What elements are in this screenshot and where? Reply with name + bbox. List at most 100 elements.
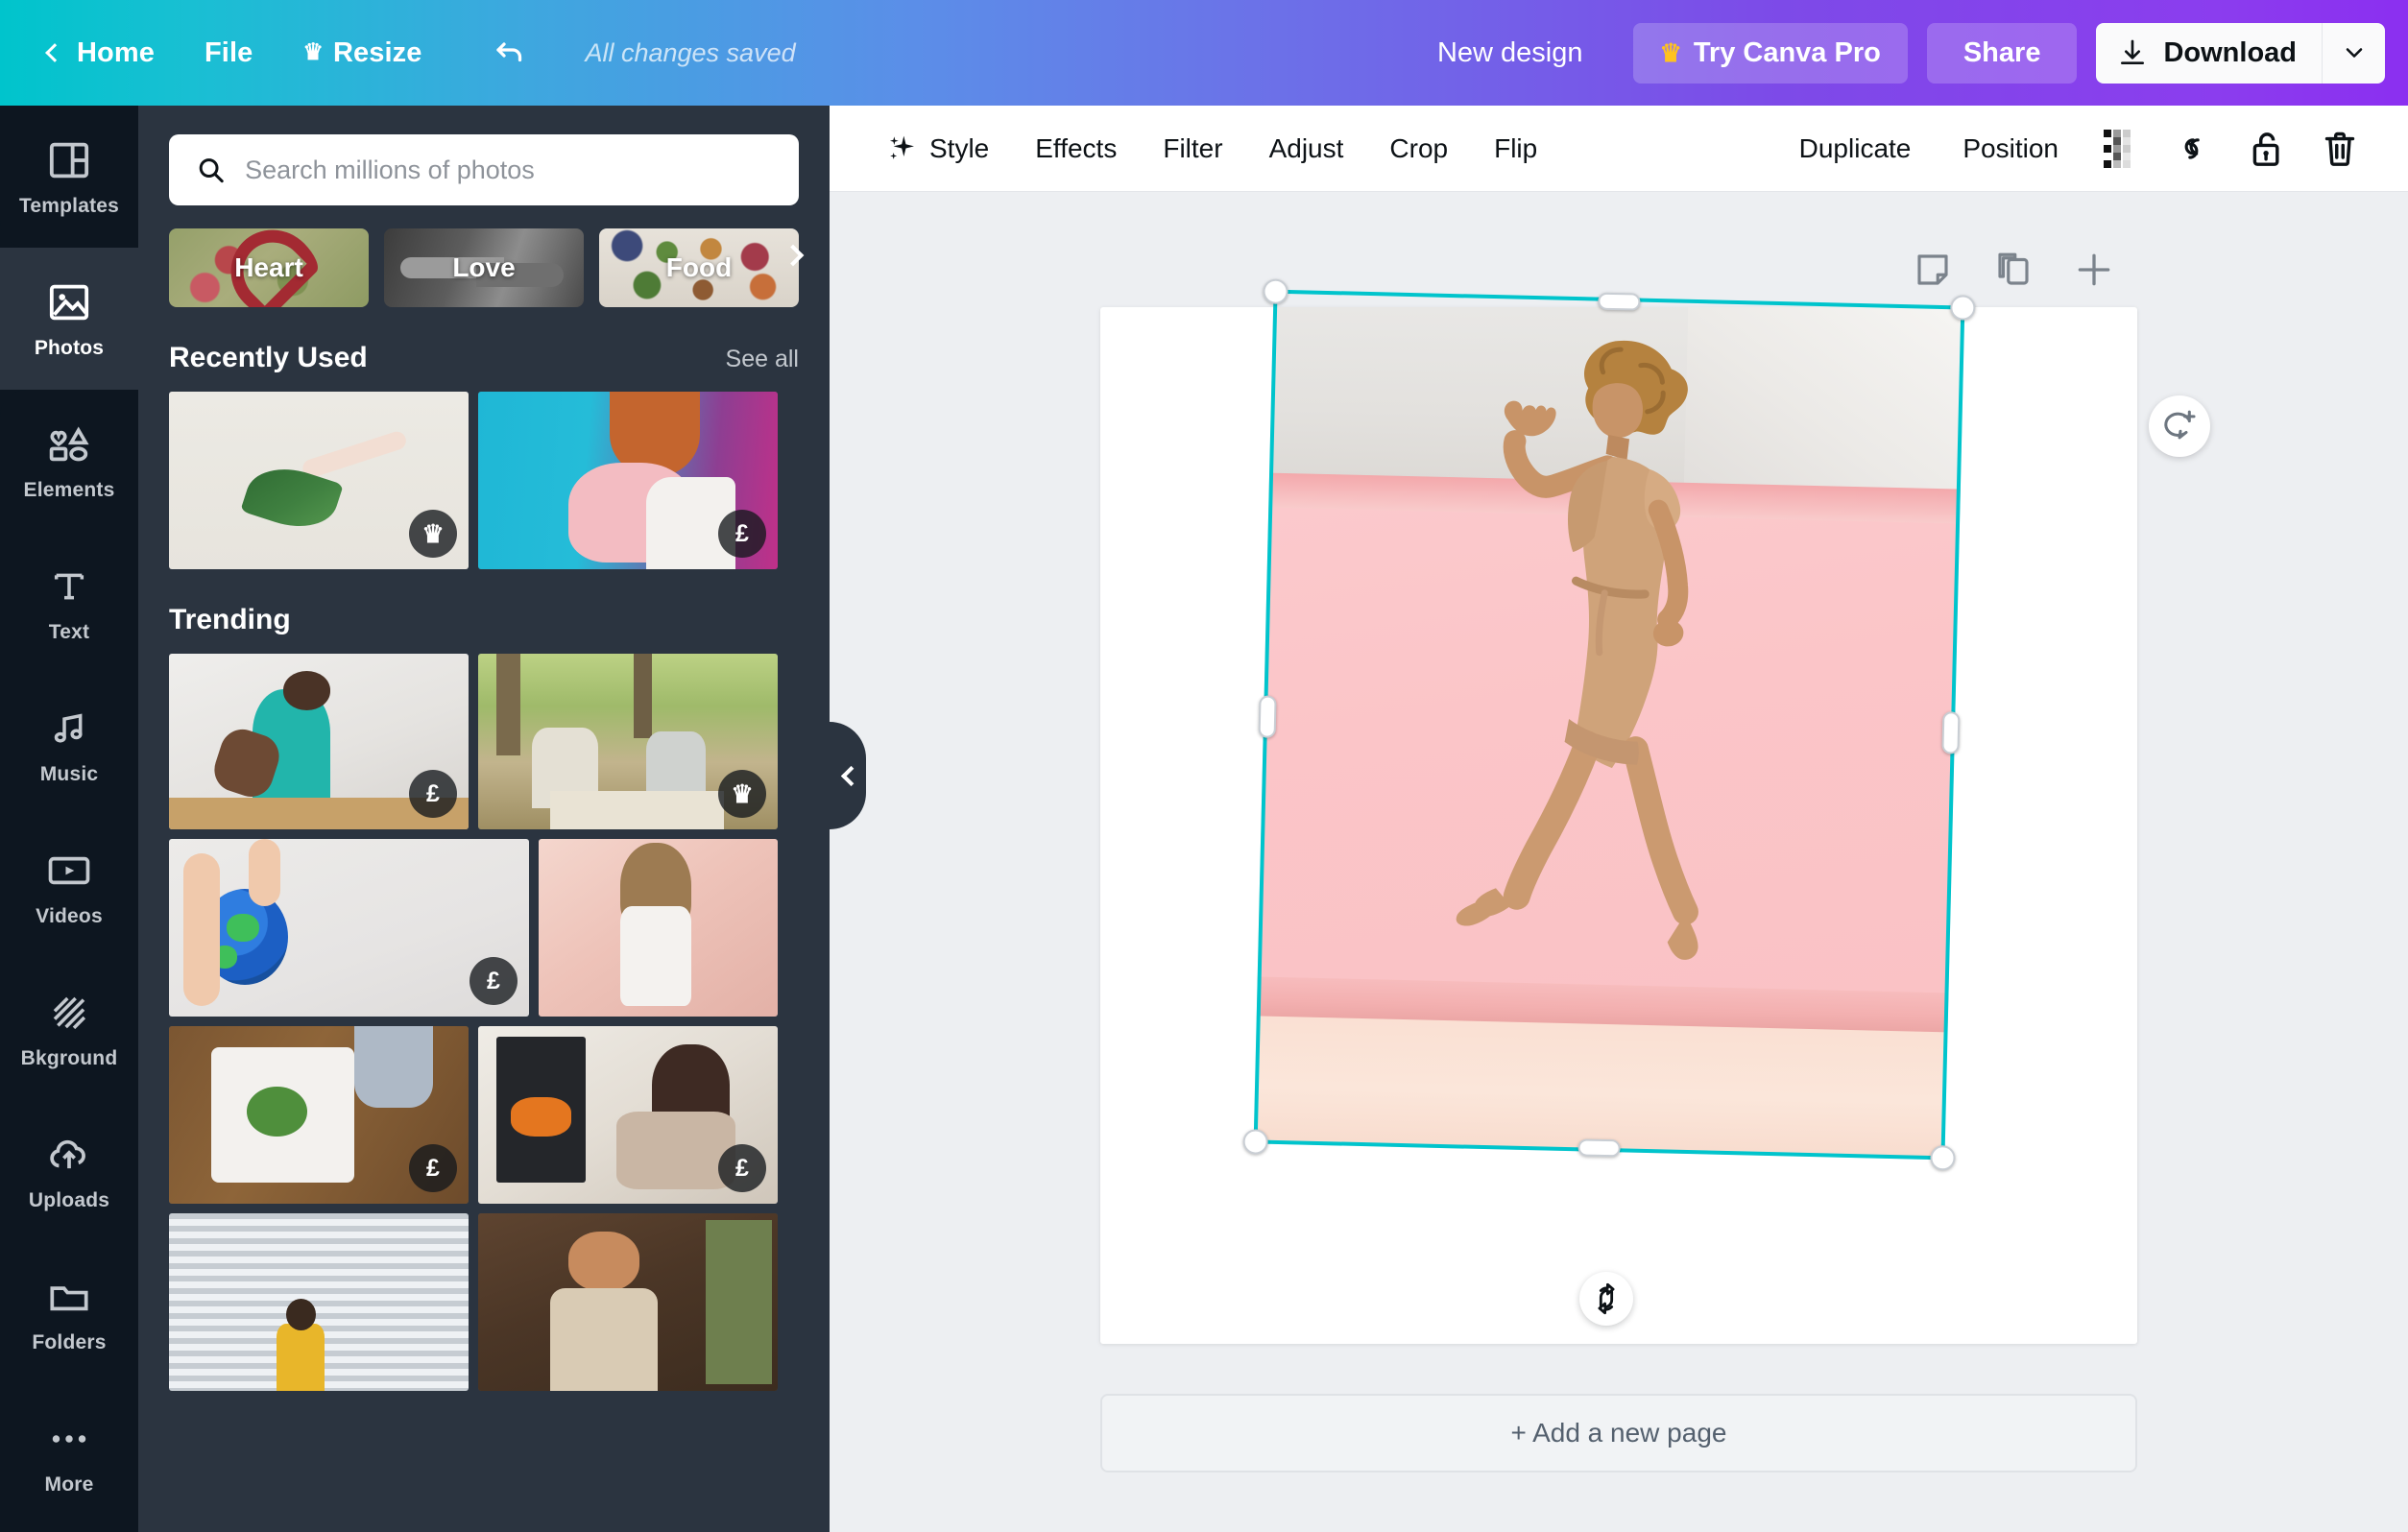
resize-handle-top[interactable] bbox=[1598, 292, 1641, 311]
duplicate-button[interactable]: Duplicate bbox=[1776, 122, 1935, 176]
sidebar-item-music[interactable]: Music bbox=[0, 674, 138, 816]
photo-thumbnail bbox=[539, 839, 778, 1017]
sidebar-item-label: Templates bbox=[18, 195, 120, 217]
delete-button[interactable] bbox=[2306, 115, 2373, 182]
sidebar-item-label: Music bbox=[39, 763, 99, 785]
photo-tile[interactable]: £ bbox=[478, 1026, 778, 1204]
position-label: Position bbox=[1963, 132, 2059, 163]
sidebar-item-folders[interactable]: Folders bbox=[0, 1242, 138, 1384]
trending-grid: £ ♛ £ £ £ bbox=[138, 654, 830, 1391]
sidebar-item-label: Videos bbox=[36, 905, 103, 927]
sidebar-item-uploads[interactable]: Uploads bbox=[0, 1100, 138, 1242]
search-input[interactable] bbox=[245, 155, 772, 185]
flip-button[interactable]: Flip bbox=[1471, 122, 1560, 176]
file-menu-button[interactable]: File bbox=[180, 28, 277, 79]
filter-button[interactable]: Filter bbox=[1140, 122, 1245, 176]
unlock-icon bbox=[2252, 132, 2279, 166]
recently-used-grid: ♛ £ bbox=[138, 392, 830, 569]
undo-button[interactable] bbox=[475, 28, 544, 78]
chip-label: Heart bbox=[234, 252, 303, 282]
add-new-page-label: + Add a new page bbox=[1510, 1418, 1727, 1448]
sidebar-item-label: Uploads bbox=[28, 1189, 110, 1211]
share-button[interactable]: Share bbox=[1926, 22, 2078, 84]
category-chips: Heart Love Food bbox=[138, 205, 830, 307]
resize-button[interactable]: ♛ Resize bbox=[277, 28, 446, 79]
crop-button[interactable]: Crop bbox=[1366, 122, 1471, 176]
photo-tile[interactable]: £ bbox=[478, 392, 778, 569]
sidebar-item-label: Elements bbox=[23, 479, 115, 501]
download-button[interactable]: Download bbox=[2096, 22, 2322, 84]
new-design-label: New design bbox=[1436, 36, 1583, 68]
photo-tile[interactable]: £ bbox=[169, 1026, 469, 1204]
chip-food[interactable]: Food bbox=[599, 228, 799, 307]
crop-label: Crop bbox=[1389, 132, 1449, 163]
photo-tile[interactable] bbox=[478, 1213, 778, 1391]
lock-button[interactable] bbox=[2233, 115, 2300, 182]
crown-icon: ♛ bbox=[1659, 37, 1682, 67]
add-page-icon bbox=[2078, 253, 2110, 286]
sidebar-item-more[interactable]: More bbox=[0, 1384, 138, 1526]
try-canva-pro-button[interactable]: ♛ Try Canva Pro bbox=[1632, 22, 1908, 84]
share-label: Share bbox=[1963, 36, 2041, 68]
videos-icon bbox=[47, 846, 91, 896]
new-design-button[interactable]: New design bbox=[1410, 26, 1610, 81]
add-comment-icon bbox=[2164, 410, 2196, 440]
design-page[interactable] bbox=[1100, 307, 2137, 1344]
style-label: Style bbox=[929, 132, 990, 163]
search-container bbox=[138, 106, 830, 205]
sidebar-item-videos[interactable]: Videos bbox=[0, 816, 138, 958]
adjust-button[interactable]: Adjust bbox=[1246, 122, 1367, 176]
page-tools bbox=[1911, 248, 2116, 292]
photo-tile[interactable]: ♛ bbox=[169, 392, 469, 569]
home-label: Home bbox=[77, 36, 155, 68]
add-comment-button[interactable] bbox=[2149, 395, 2210, 457]
chip-heart[interactable]: Heart bbox=[169, 228, 369, 307]
file-label: File bbox=[204, 36, 253, 68]
resize-handle-left[interactable] bbox=[1258, 695, 1277, 738]
chip-love[interactable]: Love bbox=[384, 228, 584, 307]
elements-icon bbox=[47, 419, 91, 469]
chips-next-button[interactable] bbox=[780, 239, 814, 274]
add-new-page-button[interactable]: + Add a new page bbox=[1100, 1394, 2137, 1472]
add-page-button[interactable] bbox=[2072, 248, 2116, 292]
photo-tile[interactable]: £ bbox=[169, 839, 529, 1017]
link-button[interactable] bbox=[2160, 115, 2227, 182]
chevron-left-icon bbox=[840, 765, 861, 786]
chevron-down-icon bbox=[2346, 48, 2362, 58]
transparency-button[interactable] bbox=[2087, 115, 2155, 182]
background-icon bbox=[48, 988, 90, 1038]
photo-tile[interactable] bbox=[539, 839, 778, 1017]
price-badge: £ bbox=[718, 1144, 766, 1192]
sidebar-item-label: Photos bbox=[34, 337, 105, 359]
effects-button[interactable]: Effects bbox=[1012, 122, 1140, 176]
photo-tile[interactable]: ♛ bbox=[478, 654, 778, 829]
resize-handle-right[interactable] bbox=[1941, 711, 1961, 754]
sidebar-item-label: Folders bbox=[32, 1331, 107, 1353]
text-icon bbox=[50, 562, 88, 611]
rotate-handle[interactable] bbox=[1579, 1272, 1633, 1326]
photo-tile[interactable]: £ bbox=[169, 654, 469, 829]
sidebar-item-text[interactable]: Text bbox=[0, 532, 138, 674]
back-chevron-icon bbox=[45, 43, 64, 62]
notes-button[interactable] bbox=[1911, 248, 1955, 292]
see-all-link[interactable]: See all bbox=[726, 346, 799, 373]
search-icon bbox=[199, 158, 224, 183]
download-options-button[interactable] bbox=[2322, 22, 2385, 84]
left-rail: Templates Photos Elements Text Music Vid… bbox=[0, 106, 138, 1532]
image-element[interactable] bbox=[1253, 307, 1965, 1161]
style-button[interactable]: Style bbox=[864, 122, 1012, 176]
photos-icon bbox=[48, 277, 90, 327]
sidebar-item-photos[interactable]: Photos bbox=[0, 221, 138, 417]
pro-badge: ♛ bbox=[718, 770, 766, 818]
photos-panel: Heart Love Food Recently Used See all bbox=[138, 106, 830, 1532]
sidebar-item-elements[interactable]: Elements bbox=[0, 390, 138, 532]
flip-label: Flip bbox=[1494, 132, 1538, 163]
home-button[interactable]: Home bbox=[23, 28, 180, 79]
photo-tile[interactable] bbox=[169, 1213, 469, 1391]
resize-handle-bottom[interactable] bbox=[1577, 1138, 1621, 1158]
position-button[interactable]: Position bbox=[1939, 122, 2082, 176]
search-box[interactable] bbox=[169, 134, 799, 205]
context-toolbar-right: Duplicate Position bbox=[1776, 115, 2373, 182]
sidebar-item-background[interactable]: Bkground bbox=[0, 958, 138, 1100]
duplicate-page-button[interactable] bbox=[1991, 248, 2035, 292]
